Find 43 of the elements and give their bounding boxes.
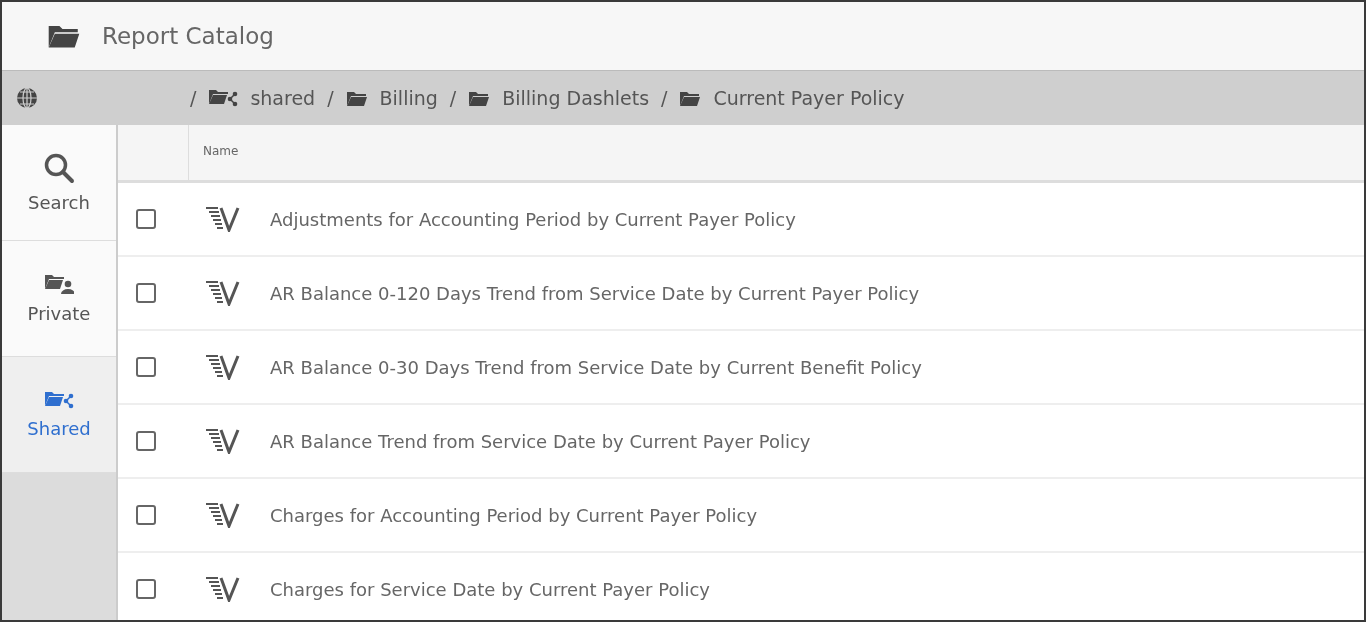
tab-label: Shared (27, 418, 91, 439)
row-checkbox[interactable] (136, 431, 156, 451)
report-icon (206, 502, 240, 528)
breadcrumb-separator: / (449, 87, 457, 109)
report-name[interactable]: Adjustments for Accounting Period by Current Payer Policy (270, 208, 796, 230)
column-header[interactable]: Name (189, 125, 253, 180)
shared-folder-icon (208, 88, 239, 108)
report-icon (206, 206, 240, 232)
page-title: Report Catalog (102, 23, 274, 49)
report-name[interactable]: Charges for Service Date by Current Payer Policy (270, 578, 710, 600)
search-icon (43, 152, 75, 184)
shared-folder-icon (44, 390, 74, 410)
tab-label: Search (28, 192, 90, 213)
row-checkbox[interactable] (136, 505, 156, 525)
row-checkbox[interactable] (136, 209, 156, 229)
report-name[interactable]: AR Balance 0-30 Days Trend from Service Date by Current Benefit Policy (270, 356, 922, 378)
breadcrumb-separator: / (190, 87, 197, 109)
report-icon (206, 576, 240, 602)
row-checkbox[interactable] (136, 579, 156, 599)
breadcrumb-separator: / (327, 87, 334, 109)
folder-icon (345, 89, 368, 107)
breadcrumb-separator: / (661, 87, 668, 109)
folder-icon (679, 89, 702, 107)
row-checkbox[interactable] (136, 283, 156, 303)
breadcrumb-link[interactable]: Billing (379, 87, 438, 109)
breadcrumb-link[interactable]: Current Payer Policy (713, 87, 905, 109)
tab-label: Private (27, 303, 91, 324)
report-icon (206, 428, 240, 454)
sidebar-tab[interactable]: Search (2, 125, 116, 241)
globe-icon (16, 87, 38, 109)
breadcrumb-link[interactable]: Billing Dashlets (502, 87, 650, 109)
sidebar-tab[interactable]: Private (2, 241, 116, 357)
report-icon (206, 280, 240, 306)
sidebar-tab[interactable]: Shared (2, 357, 116, 473)
person-folder-icon (44, 273, 74, 295)
report-name[interactable]: AR Balance 0-120 Days Trend from Service Date by Current Payer Policy (270, 282, 920, 304)
report-name[interactable]: Charges for Accounting Period by Current Payer Policy (270, 504, 758, 526)
folder-icon (468, 89, 491, 107)
report-icon (206, 354, 240, 380)
row-checkbox[interactable] (136, 357, 156, 377)
report-name[interactable]: AR Balance Trend from Service Date by Current Payer Policy (270, 430, 811, 452)
breadcrumb-link[interactable]: shared (250, 87, 316, 109)
folder-icon (46, 23, 82, 49)
